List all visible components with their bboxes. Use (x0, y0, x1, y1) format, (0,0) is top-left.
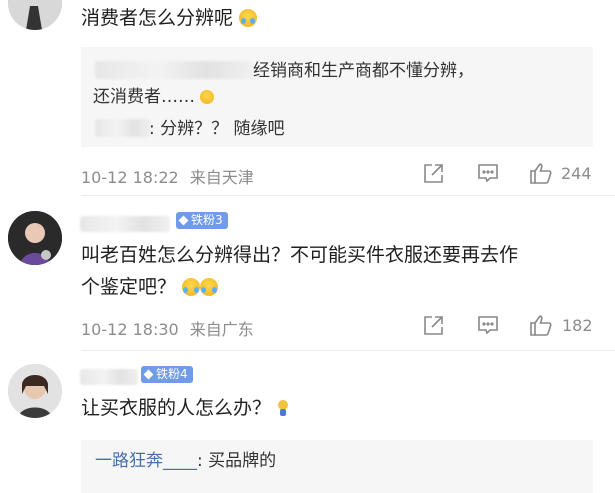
thumbs-up-icon[interactable] (529, 161, 553, 189)
thumbs-up-icon[interactable] (529, 313, 553, 341)
reply-box[interactable]: 一路狂奔____: 买品牌的 (81, 440, 593, 493)
comment-icon[interactable] (477, 162, 499, 188)
reply-username[interactable] (95, 119, 151, 137)
fan-badge: 铁粉4 (141, 366, 193, 383)
like-count: 182 (562, 316, 593, 335)
sweating-emoji-icon (277, 395, 289, 416)
laughing-emoji-icon (200, 90, 215, 104)
reply-text: : 分辨？？ 随缘吧 (149, 119, 285, 139)
comment-time: 10-12 18:30 (81, 320, 179, 339)
comment-meta: 10-12 18:30 来自广东 (81, 316, 254, 340)
reply-text: 经销商和生产商都不懂分辨， (253, 61, 474, 81)
share-icon[interactable] (423, 163, 444, 188)
comment-text-cont: 个鉴定吧？ (81, 271, 219, 304)
diamond-icon (178, 215, 189, 226)
reply-username[interactable]: 一路狂奔____ (95, 451, 197, 471)
username[interactable] (80, 369, 138, 385)
reply-text-cont: 还消费者…… (93, 84, 215, 110)
like-count: 244 (561, 164, 592, 183)
comment-time: 10-12 18:22 (81, 168, 179, 187)
comment-text: 消费者怎么分辨呢 (81, 2, 258, 35)
comment-text: 叫老百姓怎么分辨得出？不可能买件衣服还要再去作 (81, 244, 519, 266)
diamond-icon (143, 369, 154, 380)
comment-text: 让买衣服的人怎么办？ (81, 392, 289, 425)
username[interactable] (80, 216, 170, 232)
reply-text: 一路狂奔____: 买品牌的 (95, 451, 277, 471)
comment-source: 来自广东 (189, 320, 254, 339)
comment-source: 来自天津 (189, 168, 254, 187)
crying-emoji-icon (239, 9, 258, 27)
avatar[interactable] (8, 364, 62, 418)
divider (81, 350, 615, 351)
laughing-tears-emoji-icon (182, 278, 201, 296)
avatar[interactable] (8, 211, 62, 265)
reply-box[interactable]: 经销商和生产商都不懂分辨， 还消费者…… : 分辨？？ 随缘吧 (81, 47, 593, 147)
avatar[interactable] (8, 0, 62, 30)
reply-text-cont-text: 还消费者…… (93, 87, 195, 107)
fan-badge: 铁粉3 (176, 212, 228, 229)
divider (81, 195, 615, 196)
share-icon[interactable] (423, 315, 444, 340)
laughing-tears-emoji-icon (200, 278, 219, 296)
reply-username[interactable] (95, 61, 253, 79)
comment-icon[interactable] (477, 314, 499, 340)
comment-meta: 10-12 18:22 来自天津 (81, 164, 254, 188)
